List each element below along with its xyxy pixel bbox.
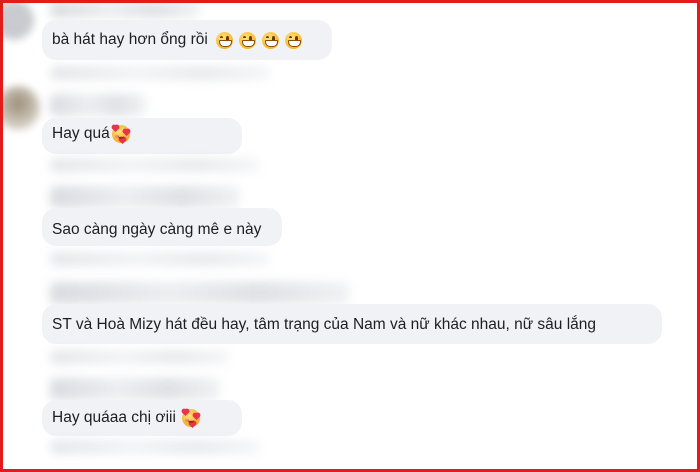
comment-5-text: Hay quáaa chị ơiii: [52, 409, 176, 426]
avatar: [0, 86, 40, 130]
blurred-actions: [50, 350, 230, 364]
blurred-username: [50, 282, 350, 304]
comment-1-text: bà hát hay hơn ổng rồi: [52, 31, 208, 48]
comment-text: Hay quá: [52, 124, 130, 145]
beaming-face-icon: [284, 31, 302, 49]
blurred-actions: [50, 440, 260, 454]
comment-text: Sao càng ngày càng mê e này: [52, 220, 261, 240]
comment-text: ST và Hoà Mizy hát đều hay, tâm trạng củ…: [52, 315, 596, 335]
smiling-face-with-hearts-icon: [111, 124, 130, 145]
blurred-username: [50, 186, 240, 208]
comment-text: bà hát hay hơn ổng rồi: [52, 30, 302, 50]
blurred-username: [50, 2, 200, 18]
avatar: [0, 0, 34, 40]
blurred-username: [50, 378, 220, 400]
comment-3-text: Sao càng ngày càng mê e này: [52, 221, 262, 238]
blurred-actions: [50, 66, 270, 80]
blurred-actions: [50, 158, 260, 172]
beaming-face-icon: [215, 31, 233, 49]
comment-4-text: ST và Hoà Mizy hát đều hay, tâm trạng củ…: [52, 316, 597, 333]
comment-2-text: Hay quá: [52, 125, 110, 142]
smiling-face-with-hearts-icon: [181, 408, 200, 429]
blurred-username: [50, 94, 146, 116]
beaming-face-icon: [261, 31, 279, 49]
beaming-face-icon: [238, 31, 256, 49]
comment-text: Hay quáaa chị ơiii: [52, 408, 200, 429]
blurred-actions: [50, 252, 270, 266]
